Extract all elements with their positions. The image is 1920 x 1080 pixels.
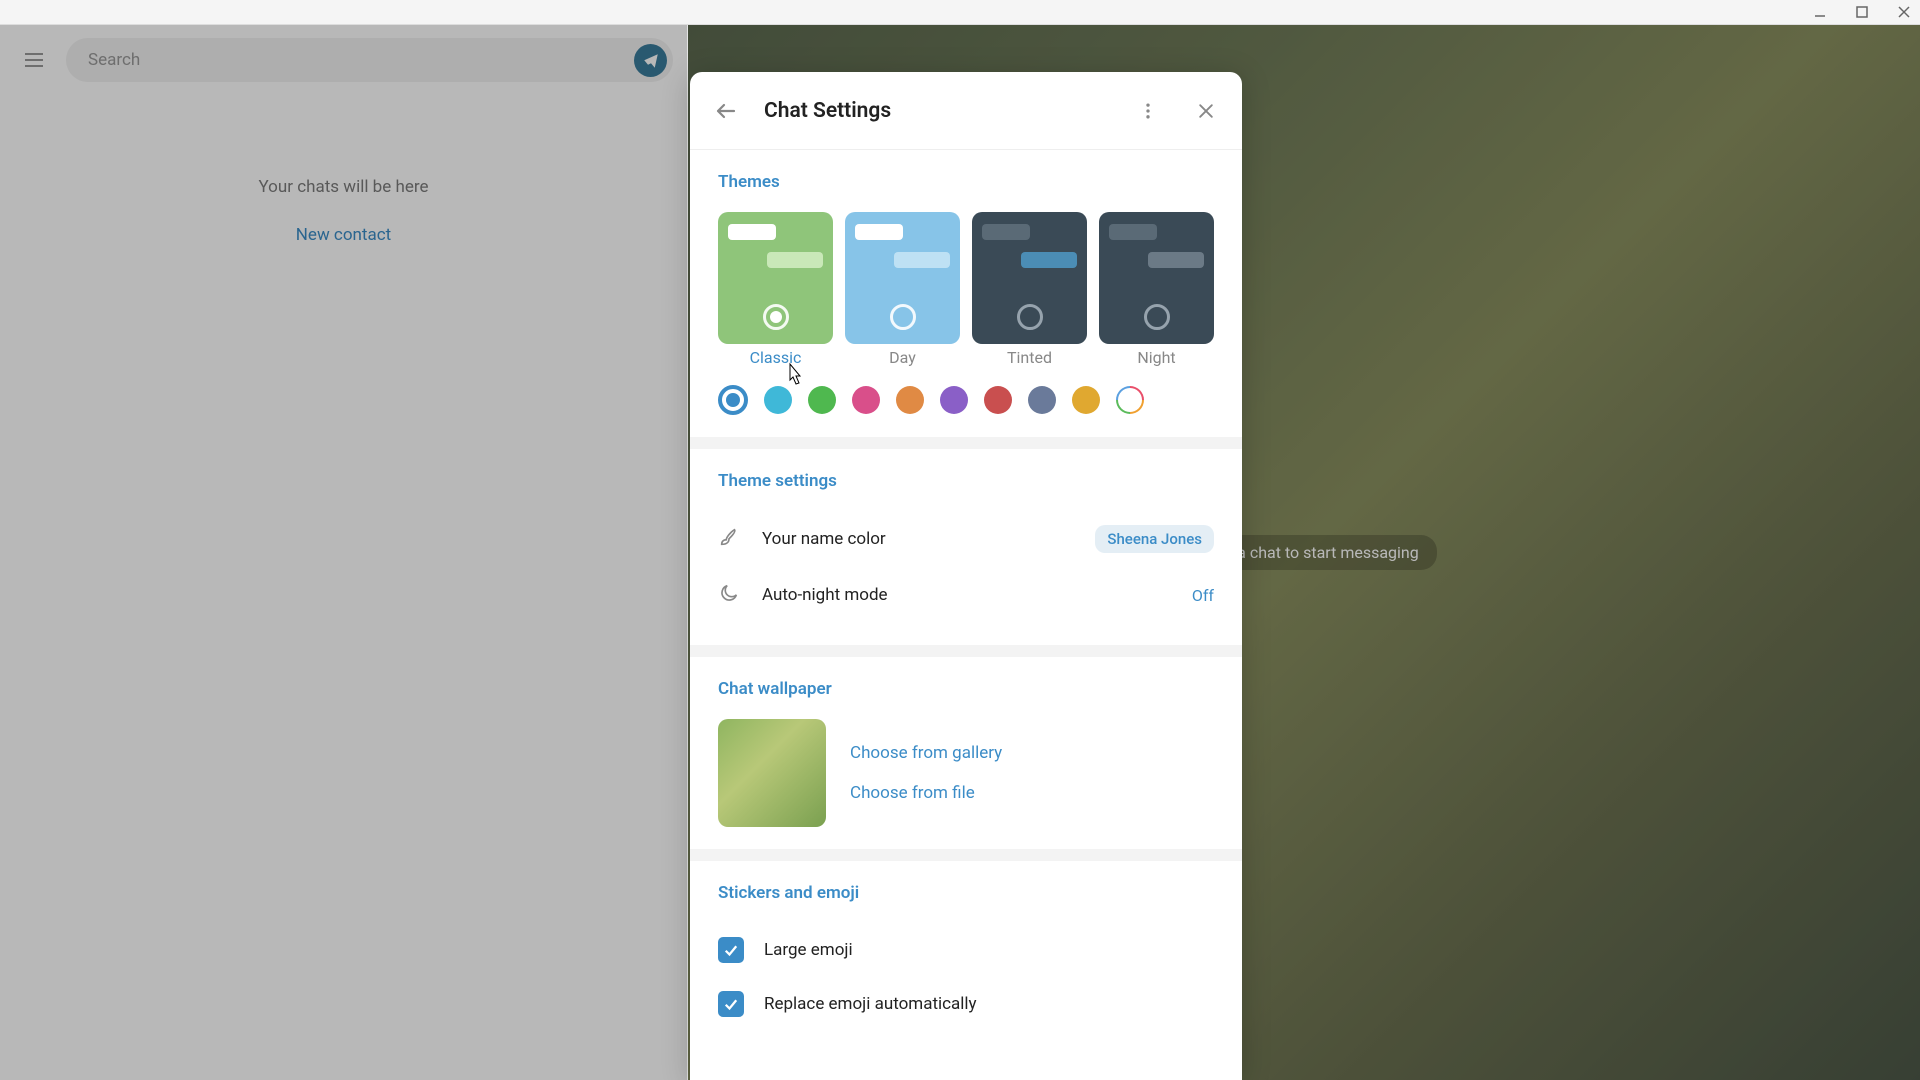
choose-from-gallery-link[interactable]: Choose from gallery [850, 743, 1002, 763]
accent-color-selected[interactable] [718, 385, 748, 415]
theme-card-night[interactable]: Night [1099, 212, 1214, 367]
arrow-left-icon [714, 99, 738, 123]
sidebar: Your chats will be here New contact [0, 25, 688, 1080]
theme-radio-night [1144, 304, 1170, 330]
chat-settings-modal: Chat Settings Themes Classic [690, 72, 1242, 1080]
modal-title: Chat Settings [764, 99, 1110, 123]
theme-radio-classic [763, 304, 789, 330]
stickers-section: Stickers and emoji Large emoji Replace e… [690, 849, 1242, 1053]
stickers-title: Stickers and emoji [718, 883, 1214, 903]
name-color-label: Your name color [762, 529, 1075, 549]
accent-color-purple[interactable] [940, 386, 968, 414]
large-emoji-label: Large emoji [764, 940, 853, 960]
theme-radio-day [890, 304, 916, 330]
modal-body: Themes Classic Day [690, 150, 1242, 1080]
check-icon [722, 941, 740, 959]
large-emoji-row[interactable]: Large emoji [718, 923, 1214, 977]
brush-icon [718, 526, 742, 552]
accent-color-slate[interactable] [1028, 386, 1056, 414]
accent-color-orange[interactable] [896, 386, 924, 414]
accent-color-custom[interactable] [1116, 386, 1144, 414]
replace-emoji-label: Replace emoji automatically [764, 994, 977, 1014]
accent-color-gold[interactable] [1072, 386, 1100, 414]
wallpaper-links: Choose from gallery Choose from file [850, 743, 1002, 803]
wallpaper-title: Chat wallpaper [718, 679, 1214, 699]
modal-header: Chat Settings [690, 72, 1242, 150]
theme-card-tinted[interactable]: Tinted [972, 212, 1087, 367]
choose-from-file-link[interactable]: Choose from file [850, 783, 1002, 803]
window-titlebar [0, 0, 1920, 25]
themes-row: Classic Day Tinted [718, 212, 1214, 367]
wallpaper-section: Chat wallpaper Choose from gallery Choos… [690, 645, 1242, 849]
theme-preview-tinted [972, 212, 1087, 344]
window-maximize-button[interactable] [1854, 4, 1870, 20]
theme-label-tinted: Tinted [1007, 348, 1052, 367]
theme-label-night: Night [1137, 348, 1175, 367]
theme-preview-classic [718, 212, 833, 344]
replace-emoji-row[interactable]: Replace emoji automatically [718, 977, 1214, 1031]
auto-night-label: Auto-night mode [762, 585, 1172, 605]
themes-title: Themes [718, 172, 1214, 192]
accent-color-red[interactable] [984, 386, 1012, 414]
moon-icon [718, 582, 742, 608]
themes-section: Themes Classic Day [690, 150, 1242, 437]
name-color-value: Sheena Jones [1095, 525, 1214, 553]
theme-preview-day [845, 212, 960, 344]
dim-overlay-left [0, 25, 687, 1080]
more-vertical-icon [1138, 101, 1158, 121]
auto-night-row[interactable]: Auto-night mode Off [718, 567, 1214, 623]
theme-settings-title: Theme settings [718, 471, 1214, 491]
window-close-button[interactable] [1896, 4, 1912, 20]
accent-color-cyan[interactable] [764, 386, 792, 414]
check-icon [722, 995, 740, 1013]
accent-color-green[interactable] [808, 386, 836, 414]
theme-card-day[interactable]: Day [845, 212, 960, 367]
theme-radio-tinted [1017, 304, 1043, 330]
accent-color-row [718, 385, 1214, 415]
theme-card-classic[interactable]: Classic [718, 212, 833, 367]
auto-night-value: Off [1192, 586, 1214, 605]
wallpaper-thumbnail[interactable] [718, 719, 826, 827]
large-emoji-checkbox[interactable] [718, 937, 744, 963]
accent-color-pink[interactable] [852, 386, 880, 414]
back-button[interactable] [706, 91, 746, 131]
window-minimize-button[interactable] [1812, 4, 1828, 20]
theme-label-day: Day [889, 348, 916, 367]
theme-label-classic: Classic [750, 348, 802, 367]
theme-preview-night [1099, 212, 1214, 344]
wallpaper-row: Choose from gallery Choose from file [718, 719, 1214, 827]
name-color-row[interactable]: Your name color Sheena Jones [718, 511, 1214, 567]
close-icon [1196, 101, 1216, 121]
close-button[interactable] [1186, 91, 1226, 131]
replace-emoji-checkbox[interactable] [718, 991, 744, 1017]
theme-settings-section: Theme settings Your name color Sheena Jo… [690, 437, 1242, 645]
more-menu-button[interactable] [1128, 91, 1168, 131]
